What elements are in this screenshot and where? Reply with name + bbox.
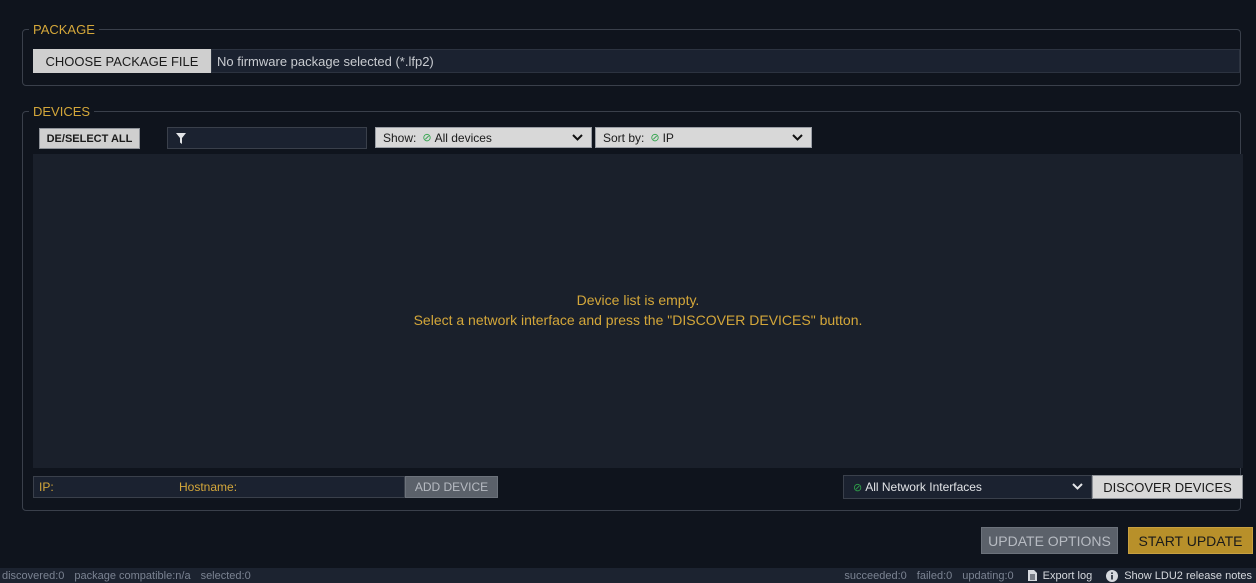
empty-message-line2: Select a network interface and press the… <box>413 312 863 328</box>
deselect-all-button[interactable]: DE/SELECT ALL <box>39 128 140 149</box>
status-succeeded: succeeded:0 <box>844 569 907 582</box>
show-filter-select[interactable]: Show: ⊘ All devices <box>375 127 592 148</box>
discover-devices-button[interactable]: DISCOVER DEVICES <box>1092 475 1243 499</box>
filter-icon <box>176 132 186 144</box>
check-circle-icon: ⊘ <box>422 132 432 144</box>
check-circle-icon: ⊘ <box>650 132 660 144</box>
chevron-down-icon <box>572 134 583 141</box>
network-interface-value: All Network Interfaces <box>865 480 982 494</box>
show-label: Show: <box>383 130 417 145</box>
status-package-compatible: package compatible:n/a <box>74 569 191 582</box>
status-selected: selected:0 <box>200 569 251 582</box>
filter-input[interactable] <box>167 127 367 149</box>
chevron-down-icon <box>1072 483 1083 490</box>
devices-legend: DEVICES <box>33 104 91 119</box>
status-updating: updating:0 <box>962 569 1014 582</box>
chevron-down-icon <box>792 134 803 141</box>
network-interface-select[interactable]: ⊘ All Network Interfaces <box>843 475 1092 499</box>
export-log-link[interactable]: Export log <box>1027 569 1093 582</box>
package-file-field: No firmware package selected (*.lfp2) <box>211 49 1240 73</box>
status-failed: failed:0 <box>916 569 953 582</box>
package-legend: PACKAGE <box>33 22 95 37</box>
start-update-button[interactable]: START UPDATE <box>1128 527 1253 554</box>
update-options-button[interactable]: UPDATE OPTIONS <box>981 527 1118 554</box>
device-list: Device list is empty. Select a network i… <box>33 154 1243 468</box>
hostname-label: Hostname: <box>179 480 238 494</box>
choose-package-file-button[interactable]: CHOOSE PACKAGE FILE <box>33 49 211 73</box>
sort-label: Sort by: <box>603 130 645 145</box>
add-device-button[interactable]: ADD DEVICE <box>405 476 498 498</box>
status-discovered: discovered:0 <box>2 569 65 582</box>
empty-list-message: Device list is empty. Select a network i… <box>33 290 1243 330</box>
document-icon <box>1027 570 1037 581</box>
show-value: All devices <box>434 130 492 145</box>
export-log-label: Export log <box>1042 569 1093 582</box>
check-circle-icon: ⊘ <box>853 481 863 494</box>
status-bar: discovered:0 package compatible:n/a sele… <box>0 568 1256 583</box>
ip-label: IP: <box>39 480 54 494</box>
empty-message-line1: Device list is empty. <box>576 292 700 308</box>
sort-by-select[interactable]: Sort by: ⊘ IP <box>595 127 812 148</box>
release-notes-link[interactable]: Show LDU2 release notes <box>1106 569 1252 582</box>
add-device-input[interactable]: IP: Hostname: <box>33 476 405 498</box>
sort-value: IP <box>662 130 674 145</box>
info-icon <box>1106 569 1119 582</box>
package-file-text: No firmware package selected (*.lfp2) <box>217 53 434 69</box>
release-notes-label: Show LDU2 release notes <box>1124 569 1252 582</box>
